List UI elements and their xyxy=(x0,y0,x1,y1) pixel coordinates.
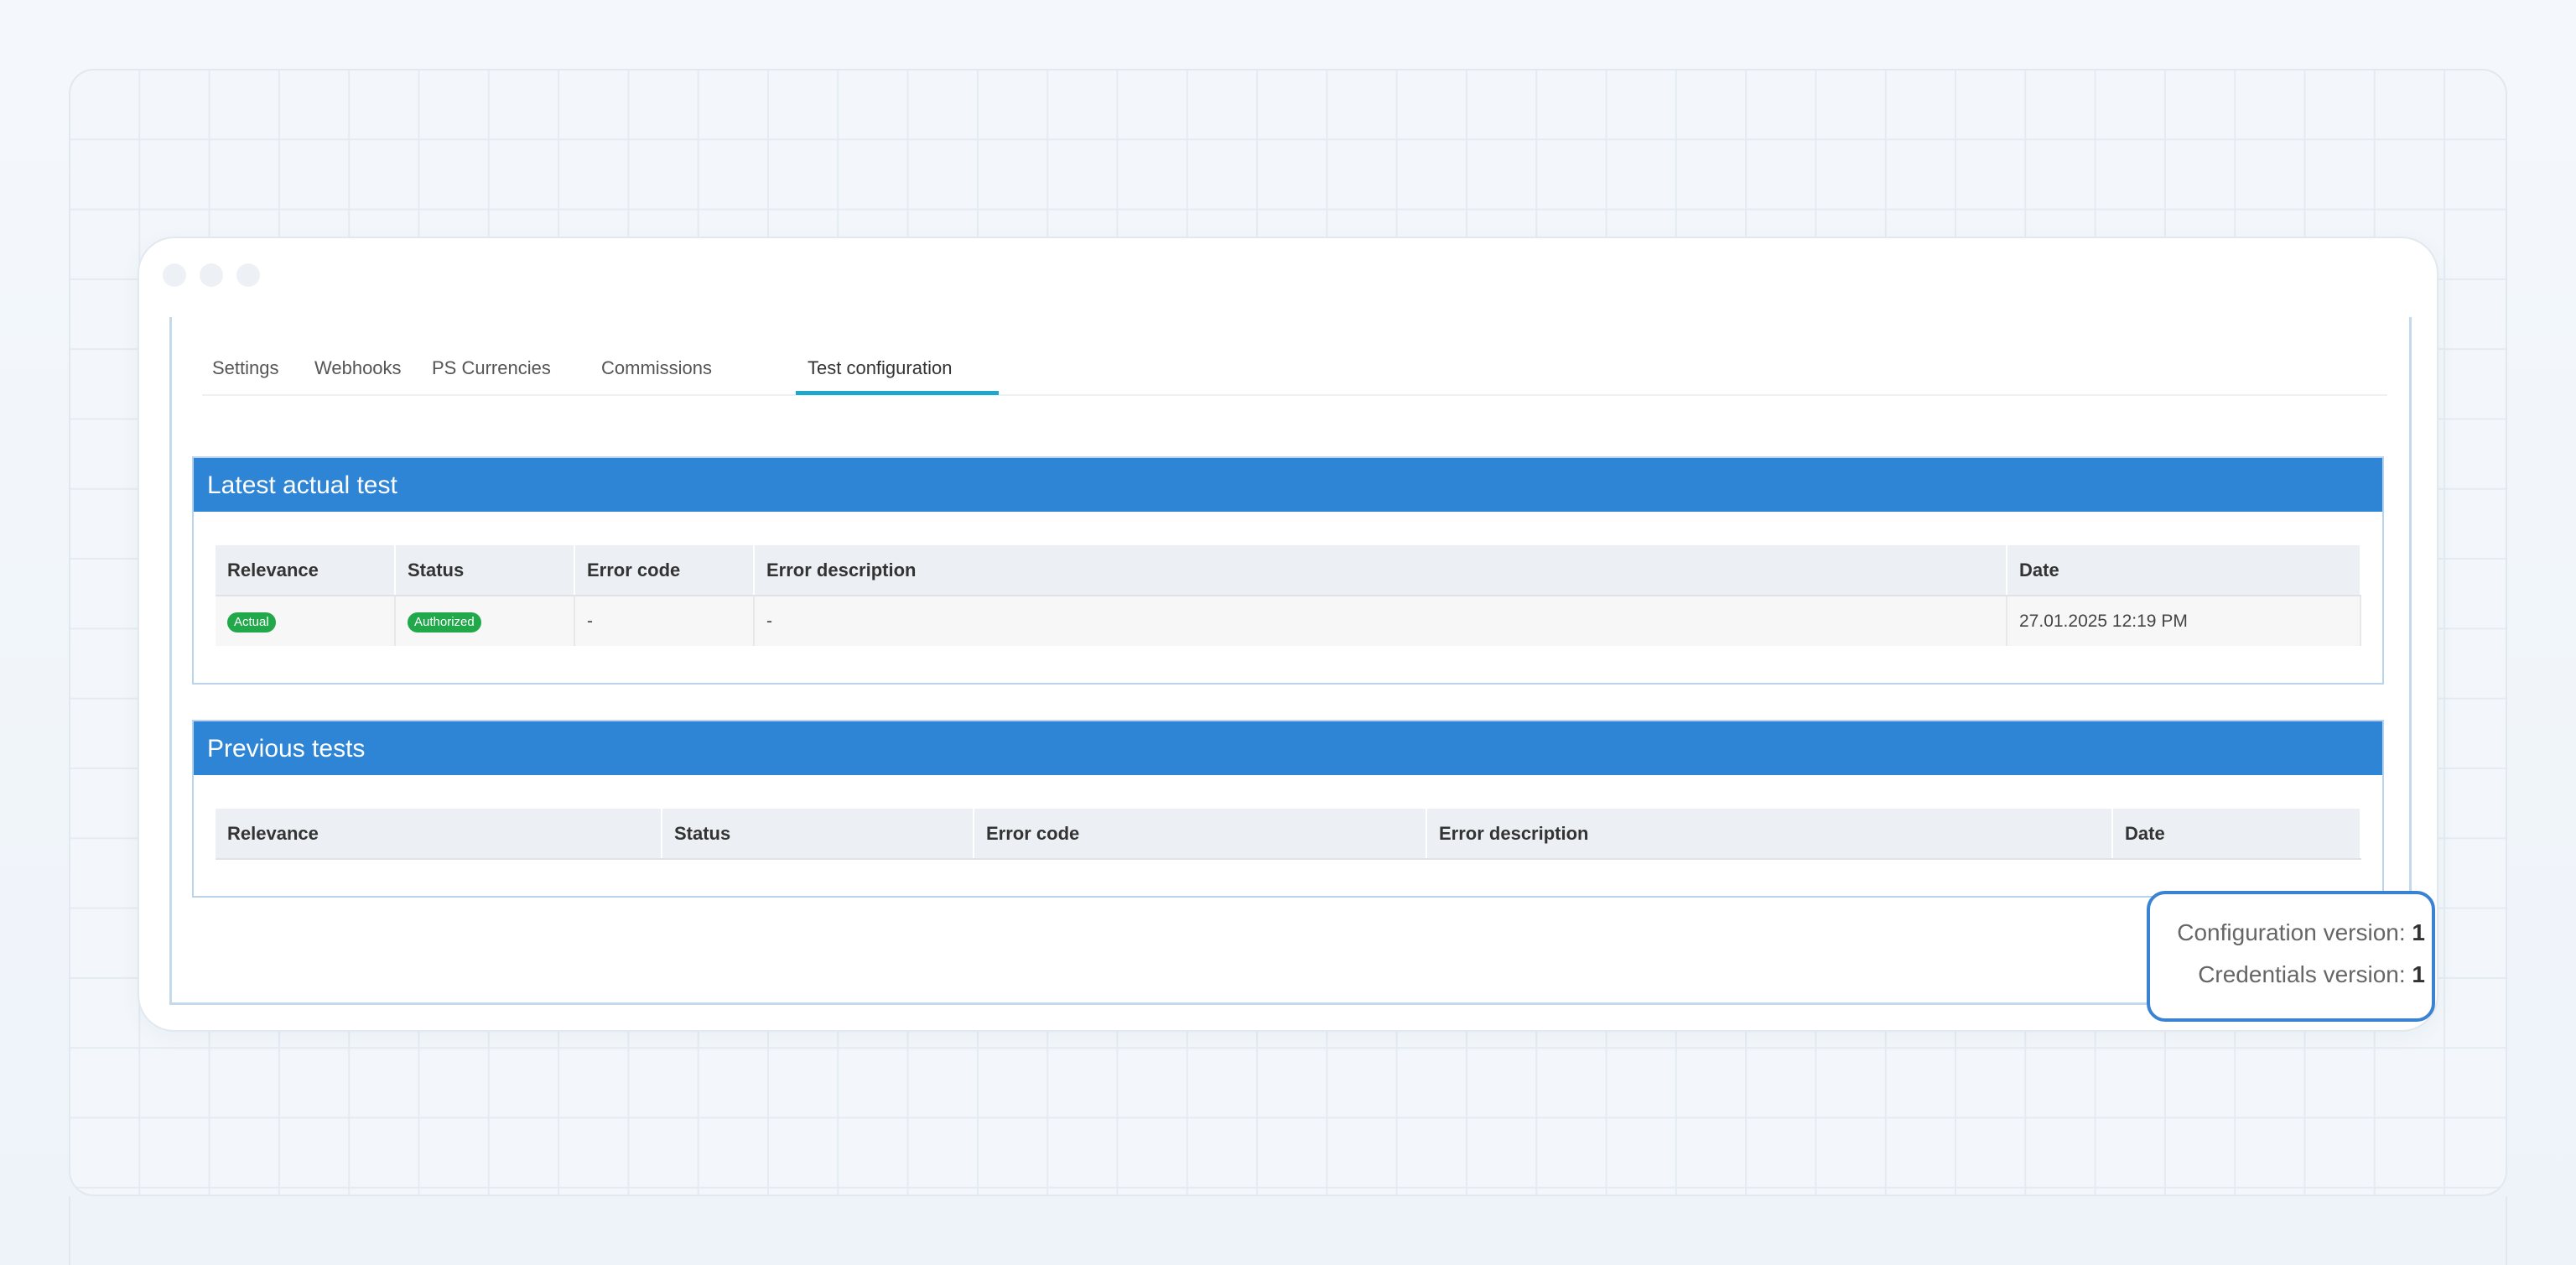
panel-title: Latest actual test xyxy=(207,471,397,499)
status-cell: Authorized xyxy=(395,596,575,646)
window-dot-icon xyxy=(200,263,223,287)
credentials-version: Credentials version: 1 xyxy=(2198,961,2425,988)
credentials-version-label: Credentials version: xyxy=(2198,961,2406,987)
tab-commissions[interactable]: Commissions xyxy=(601,357,712,379)
relevance-badge: Actual xyxy=(227,612,276,632)
latest-test-table: Relevance Status Error code Error descri… xyxy=(216,545,2361,646)
status-badge: Authorized xyxy=(408,612,481,632)
column-header-relevance: Relevance xyxy=(216,809,662,860)
content-area: Settings Webhooks PS Currencies Commissi… xyxy=(169,317,2412,1005)
latest-test-header: Latest actual test xyxy=(194,458,2382,512)
version-info-box: Configuration version: 1 Credentials ver… xyxy=(2147,891,2435,1022)
table-header-row: Relevance Status Error code Error descri… xyxy=(216,809,2361,860)
column-header-error-description: Error description xyxy=(754,545,2007,596)
window-dot-icon xyxy=(163,263,186,287)
window-dot-icon xyxy=(236,263,260,287)
app-window: Settings Webhooks PS Currencies Commissi… xyxy=(138,237,2438,1032)
column-header-date: Date xyxy=(2112,809,2361,860)
panel-title: Previous tests xyxy=(207,735,366,763)
active-tab-indicator xyxy=(796,391,999,395)
previous-tests-panel: Previous tests Relevance Status Error co… xyxy=(192,720,2384,898)
tab-ps-currencies[interactable]: PS Currencies xyxy=(432,357,551,379)
previous-tests-header: Previous tests xyxy=(194,721,2382,775)
date-cell: 27.01.2025 12:19 PM xyxy=(2007,596,2361,646)
column-header-error-code: Error code xyxy=(974,809,1427,860)
tab-bar: Settings Webhooks PS Currencies Commissi… xyxy=(202,351,2387,396)
error-description-cell: - xyxy=(754,596,2007,646)
configuration-version: Configuration version: 1 xyxy=(2177,919,2425,946)
error-code-cell: - xyxy=(574,596,755,646)
tab-webhooks[interactable]: Webhooks xyxy=(314,357,402,379)
column-header-error-code: Error code xyxy=(574,545,755,596)
tab-settings[interactable]: Settings xyxy=(212,357,279,379)
column-header-date: Date xyxy=(2007,545,2361,596)
tab-test-configuration[interactable]: Test configuration xyxy=(808,357,952,379)
background-strip xyxy=(69,1196,2507,1265)
column-header-relevance: Relevance xyxy=(216,545,396,596)
column-header-error-description: Error description xyxy=(1426,809,2113,860)
column-header-status: Status xyxy=(662,809,974,860)
column-header-status: Status xyxy=(395,545,575,596)
relevance-cell: Actual xyxy=(216,596,396,646)
previous-tests-table: Relevance Status Error code Error descri… xyxy=(216,809,2361,860)
configuration-version-value: 1 xyxy=(2412,919,2425,945)
latest-test-panel: Latest actual test Relevance Status Erro… xyxy=(192,456,2384,685)
configuration-version-label: Configuration version: xyxy=(2177,919,2406,945)
table-header-row: Relevance Status Error code Error descri… xyxy=(216,545,2361,596)
credentials-version-value: 1 xyxy=(2412,961,2425,987)
table-row: Actual Authorized - - 27.01.2025 12:19 P… xyxy=(216,596,2361,646)
